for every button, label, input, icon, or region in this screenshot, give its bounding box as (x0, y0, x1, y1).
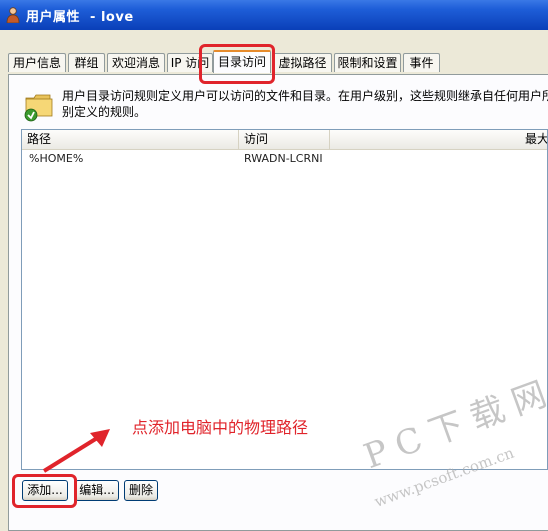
delete-button[interactable]: 删除 (124, 480, 158, 501)
description-line-1: 用户目录访问规则定义用户可以访问的文件和目录。在用户级别，这些规则继承自任何用户… (62, 89, 548, 103)
row-path: %HOME% (29, 152, 84, 165)
folder-icon (24, 94, 53, 122)
description-line-2: 别定义的规则。 (62, 105, 147, 119)
description-text: 用户目录访问规则定义用户可以访问的文件和目录。在用户级别，这些规则继承自任何用户… (62, 88, 548, 120)
tab-events[interactable]: 事件 (403, 53, 440, 72)
red-arrow-icon (42, 429, 110, 473)
edit-button[interactable]: 编辑... (75, 480, 119, 501)
table-row[interactable]: %HOME% RWADN-LCRNI (22, 150, 547, 167)
title-bar[interactable]: 用户属性 - love (0, 0, 548, 30)
highlight-box-add (12, 474, 77, 508)
tab-virtual-paths[interactable]: 虚拟路径 (273, 53, 332, 72)
row-access: RWADN-LCRNI (244, 152, 323, 165)
column-header-path[interactable]: 路径 (22, 130, 239, 149)
tab-user-info[interactable]: 用户信息 (8, 53, 66, 72)
tab-groups[interactable]: 群组 (68, 53, 105, 72)
window-title: 用户属性 - love (26, 10, 134, 25)
tab-welcome-message[interactable]: 欢迎消息 (107, 53, 165, 72)
column-header-access[interactable]: 访问 (239, 130, 330, 149)
column-header-max[interactable]: 最大 (330, 130, 547, 149)
tab-strip: 用户信息 群组 欢迎消息 IP 访问 目录访问 虚拟路径 限制和设置 事件 (8, 50, 548, 75)
list-header: 路径 访问 最大 (22, 130, 547, 150)
tab-directory-access[interactable]: 目录访问 (213, 50, 271, 73)
annotation-text: 点添加电脑中的物理路径 (132, 418, 309, 437)
tab-limits-settings[interactable]: 限制和设置 (334, 53, 401, 72)
user-icon (6, 7, 20, 23)
